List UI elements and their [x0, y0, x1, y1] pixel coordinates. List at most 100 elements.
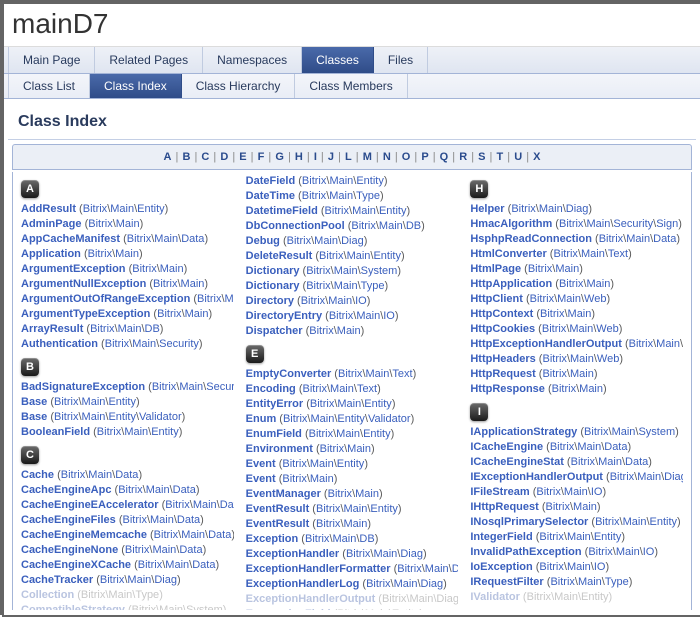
namespace-link[interactable]: Bitrix — [157, 308, 181, 320]
class-link[interactable]: HmacAlgorithm — [470, 218, 552, 230]
class-link[interactable]: Cache — [21, 469, 54, 481]
namespace-link[interactable]: Bitrix — [595, 516, 619, 528]
tab-main-page[interactable]: Main Page — [8, 47, 95, 73]
namespace-link[interactable]: Bitrix — [83, 203, 107, 215]
namespace-link[interactable]: Main — [344, 503, 368, 515]
namespace-link[interactable]: Main — [185, 308, 209, 320]
namespace-link[interactable]: Bitrix — [283, 413, 307, 425]
subtab-class-hierarchy[interactable]: Class Hierarchy — [182, 74, 296, 98]
namespace-link[interactable]: Data — [181, 233, 204, 245]
class-link[interactable]: CacheEngineFiles — [21, 514, 116, 526]
class-link[interactable]: IoException — [470, 561, 532, 573]
namespace-link[interactable]: Main — [127, 574, 151, 586]
namespace-link[interactable]: Security — [206, 381, 233, 393]
namespace-link[interactable]: Bitrix — [588, 546, 612, 558]
class-link[interactable]: ExceptionHandlerLog — [246, 578, 360, 590]
namespace-link[interactable]: DB — [406, 220, 421, 232]
class-link[interactable]: Dispatcher — [246, 325, 303, 337]
class-link[interactable]: Event — [246, 473, 276, 485]
namespace-link[interactable]: Main — [555, 263, 579, 275]
class-link[interactable]: Dictionary — [246, 265, 300, 277]
namespace-link[interactable]: Entity — [379, 205, 407, 217]
namespace-link[interactable]: Bitrix — [528, 263, 552, 275]
namespace-link[interactable]: Main — [181, 529, 205, 541]
namespace-link[interactable]: Entity — [108, 396, 136, 408]
class-link[interactable]: BadSignatureException — [21, 381, 145, 393]
namespace-link[interactable]: Bitrix — [584, 426, 608, 438]
namespace-link[interactable]: Main — [115, 248, 139, 260]
class-link[interactable]: Environment — [246, 443, 313, 455]
namespace-link[interactable]: Validator — [368, 413, 411, 425]
namespace-link[interactable]: Main — [352, 205, 376, 217]
namespace-link[interactable]: Main — [334, 265, 358, 277]
namespace-link[interactable]: DB — [145, 323, 160, 335]
namespace-link[interactable]: Bitrix — [546, 501, 570, 513]
namespace-link[interactable]: Entity — [392, 608, 420, 610]
namespace-link[interactable]: Bitrix — [287, 235, 311, 247]
namespace-link[interactable]: Bitrix — [346, 548, 370, 560]
namespace-link[interactable]: Bitrix — [527, 591, 551, 603]
namespace-link[interactable]: Main — [225, 293, 234, 305]
namespace-link[interactable]: Main — [626, 233, 650, 245]
class-link[interactable]: ICacheEngine — [470, 441, 543, 453]
class-link[interactable]: Authentication — [21, 338, 98, 350]
namespace-link[interactable]: Main — [329, 175, 353, 187]
namespace-link[interactable]: Bitrix — [599, 233, 623, 245]
namespace-link[interactable]: Main — [570, 353, 594, 365]
alpha-link-o[interactable]: O — [402, 151, 411, 163]
namespace-link[interactable]: System — [361, 265, 398, 277]
namespace-link[interactable]: Data — [208, 529, 231, 541]
namespace-link[interactable]: Bitrix — [197, 293, 221, 305]
class-link[interactable]: CacheEngineMemcache — [21, 529, 147, 541]
class-link[interactable]: INosqlPrimarySelector — [470, 516, 588, 528]
namespace-link[interactable]: Main — [379, 220, 403, 232]
class-link[interactable]: CacheEngineEAccelerator — [21, 499, 159, 511]
namespace-link[interactable]: Main — [539, 203, 563, 215]
tab-files[interactable]: Files — [374, 47, 428, 73]
namespace-link[interactable]: Bitrix — [132, 604, 156, 610]
namespace-link[interactable]: Main — [333, 533, 357, 545]
namespace-link[interactable]: Bitrix — [138, 559, 162, 571]
namespace-link[interactable]: Bitrix — [542, 323, 566, 335]
namespace-link[interactable]: Entity — [137, 203, 165, 215]
namespace-link[interactable]: Main — [159, 604, 183, 610]
tab-classes[interactable]: Classes — [302, 47, 374, 73]
class-link[interactable]: Enum — [246, 413, 277, 425]
namespace-link[interactable]: Entity — [650, 516, 678, 528]
namespace-link[interactable]: Main — [578, 576, 602, 588]
alpha-link-a[interactable]: A — [164, 151, 172, 163]
namespace-link[interactable]: Main — [612, 426, 636, 438]
class-link[interactable]: HttpRequest — [470, 368, 535, 380]
namespace-link[interactable]: Bitrix — [382, 593, 406, 605]
namespace-link[interactable]: Bitrix — [542, 368, 566, 380]
class-link[interactable]: ArgumentException — [21, 263, 126, 275]
namespace-link[interactable]: Main — [146, 484, 170, 496]
namespace-link[interactable]: Main — [581, 248, 605, 260]
class-link[interactable]: ArrayResult — [21, 323, 83, 335]
namespace-link[interactable]: Bitrix — [309, 325, 333, 337]
namespace-link[interactable]: Bitrix — [302, 190, 326, 202]
namespace-link[interactable]: Diag — [452, 563, 459, 575]
namespace-link[interactable]: Main — [425, 563, 449, 575]
namespace-link[interactable]: Main — [586, 278, 610, 290]
alpha-link-c[interactable]: C — [201, 151, 209, 163]
class-link[interactable]: HsphpReadConnection — [470, 233, 592, 245]
namespace-link[interactable]: Main — [132, 338, 156, 350]
class-link[interactable]: DeleteResult — [246, 250, 313, 262]
namespace-link[interactable]: Web — [597, 353, 619, 365]
tab-related-pages[interactable]: Related Pages — [95, 47, 203, 73]
namespace-link[interactable]: Entity — [356, 175, 384, 187]
namespace-link[interactable]: Main — [344, 518, 368, 530]
alpha-link-e[interactable]: E — [239, 151, 246, 163]
class-link[interactable]: DbConnectionPool — [246, 220, 345, 232]
namespace-link[interactable]: Bitrix — [542, 353, 566, 365]
namespace-link[interactable]: Main — [569, 323, 593, 335]
namespace-link[interactable]: Main — [329, 190, 353, 202]
alpha-link-t[interactable]: T — [496, 151, 503, 163]
namespace-link[interactable]: Main — [656, 338, 680, 350]
subtab-class-members[interactable]: Class Members — [295, 74, 407, 98]
namespace-link[interactable]: Type — [135, 589, 159, 601]
namespace-link[interactable]: Bitrix — [319, 250, 343, 262]
class-link[interactable]: CacheEngineNone — [21, 544, 118, 556]
namespace-link[interactable]: Security — [159, 338, 199, 350]
